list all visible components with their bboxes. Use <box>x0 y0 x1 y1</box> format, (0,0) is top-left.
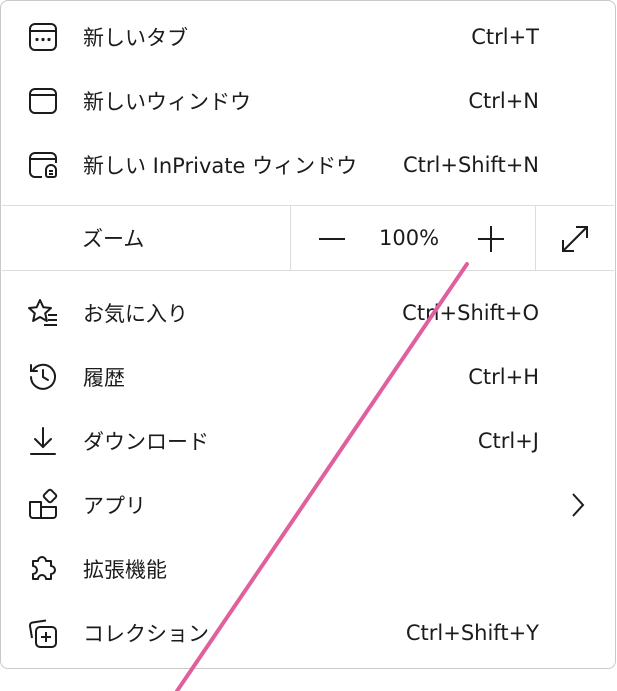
fullscreen-button[interactable] <box>558 222 592 256</box>
menu-item-label: コレクション <box>83 622 209 646</box>
chevron-right-icon <box>570 492 586 518</box>
zoom-level-value: 100% <box>379 226 440 250</box>
menu-item-extensions[interactable]: 拡張機能 <box>2 537 614 601</box>
menu-item-apps[interactable]: アプリ <box>2 473 614 537</box>
menu-item-shortcut: Ctrl+Shift+Y <box>405 621 539 645</box>
zoom-out-button[interactable] <box>315 222 349 256</box>
menu-item-collections[interactable]: コレクション Ctrl+Shift+Y <box>2 601 614 665</box>
collections-icon <box>26 616 60 650</box>
menu-item-shortcut: Ctrl+H <box>468 365 539 389</box>
favorites-star-icon <box>26 296 60 330</box>
browser-settings-menu: 新しいタブ Ctrl+T 新しいウィンドウ Ctrl+N 新しい InPriva… <box>0 0 616 669</box>
menu-item-inprivate-window[interactable]: 新しい InPrivate ウィンドウ Ctrl+Shift+N <box>2 133 614 197</box>
apps-grid-icon <box>26 488 60 522</box>
plus-icon <box>478 226 504 252</box>
minus-icon <box>319 238 345 240</box>
new-tab-icon <box>26 20 60 54</box>
menu-item-shortcut: Ctrl+Shift+N <box>403 153 539 177</box>
zoom-label: ズーム <box>82 227 145 251</box>
menu-item-shortcut: Ctrl+J <box>477 429 539 453</box>
expand-diagonal-icon <box>562 226 588 252</box>
zoom-controls: 100% <box>290 206 536 270</box>
inprivate-window-icon <box>26 148 60 182</box>
zoom-in-button[interactable] <box>474 222 508 256</box>
menu-item-label: ダウンロード <box>83 430 209 454</box>
menu-item-history[interactable]: 履歴 Ctrl+H <box>2 345 614 409</box>
menu-item-shortcut: Ctrl+Shift+O <box>402 301 539 325</box>
new-window-icon <box>26 84 60 118</box>
menu-item-label: 拡張機能 <box>83 558 167 582</box>
menu-item-shortcut: Ctrl+N <box>468 89 539 113</box>
zoom-row: ズーム 100% <box>2 205 614 271</box>
menu-item-label: 履歴 <box>83 366 125 390</box>
download-arrow-icon <box>26 424 60 458</box>
menu-item-favorites[interactable]: お気に入り Ctrl+Shift+O <box>2 281 614 345</box>
menu-item-downloads[interactable]: ダウンロード Ctrl+J <box>2 409 614 473</box>
menu-item-new-window[interactable]: 新しいウィンドウ Ctrl+N <box>2 69 614 133</box>
history-clock-icon <box>26 360 60 394</box>
extensions-puzzle-icon <box>26 552 60 586</box>
menu-item-label: お気に入り <box>83 302 188 326</box>
menu-item-label: アプリ <box>83 494 146 518</box>
menu-item-label: 新しい InPrivate ウィンドウ <box>83 154 358 178</box>
menu-item-shortcut: Ctrl+T <box>471 25 539 49</box>
menu-item-label: 新しいウィンドウ <box>83 90 251 114</box>
menu-item-label: 新しいタブ <box>83 26 188 50</box>
menu-item-new-tab[interactable]: 新しいタブ Ctrl+T <box>2 5 614 69</box>
